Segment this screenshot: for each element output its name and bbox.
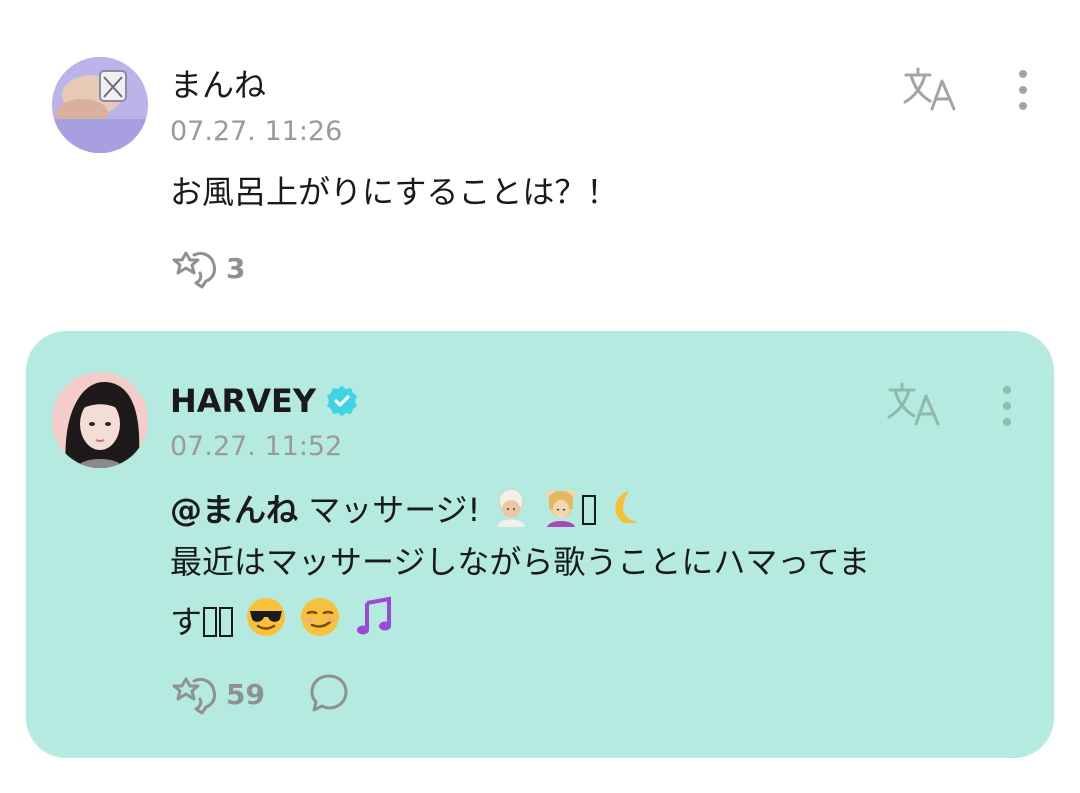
translate-button[interactable] xyxy=(886,380,942,430)
speech-bubble-icon xyxy=(310,674,348,712)
verified-badge-icon xyxy=(326,386,357,416)
reply-text: す xyxy=(170,603,203,641)
like-button[interactable]: 59 xyxy=(172,672,265,716)
more-options-button[interactable] xyxy=(992,382,1022,432)
reply-text-line-3: す xyxy=(170,595,397,645)
reply-item: HARVEY 07.27. 11:52 @まんね マッサージ! 最近はマッサージ… xyxy=(0,0,1080,793)
musical-notes-emoji-icon xyxy=(356,596,391,635)
crescent-moon-emoji-icon xyxy=(615,491,637,524)
reply-author[interactable]: HARVEY xyxy=(170,381,316,421)
like-count: 59 xyxy=(226,677,265,711)
person-with-towel-emoji-icon xyxy=(496,488,525,527)
comment-thread: まんね 07.27. 11:26 お風呂上がりにすることは？！ 3 HARVEY… xyxy=(0,0,1080,793)
reply-author-row: HARVEY xyxy=(170,381,358,421)
reply-text-line-1: @まんね マッサージ! xyxy=(170,487,639,533)
unsupported-emoji-glyph xyxy=(581,495,596,525)
face-massage-emoji-icon xyxy=(544,489,577,527)
sunglasses-face-emoji-icon xyxy=(247,598,286,636)
avatar-image xyxy=(52,372,148,468)
star-hand-icon xyxy=(172,677,216,715)
reply-text: マッサージ! xyxy=(298,491,481,529)
reply-timestamp: 07.27. 11:52 xyxy=(170,431,343,462)
avatar[interactable] xyxy=(52,372,148,468)
unsupported-emoji-glyph xyxy=(203,607,218,637)
more-vertical-icon xyxy=(1003,386,1011,426)
translate-icon xyxy=(887,382,940,426)
reply-text-line-2: 最近はマッサージしながら歌うことにハマってま xyxy=(170,543,871,581)
reply-button[interactable] xyxy=(308,671,350,715)
smirking-face-emoji-icon xyxy=(301,598,340,636)
unsupported-emoji-glyph xyxy=(219,607,234,637)
mention[interactable]: @まんね xyxy=(170,491,298,529)
